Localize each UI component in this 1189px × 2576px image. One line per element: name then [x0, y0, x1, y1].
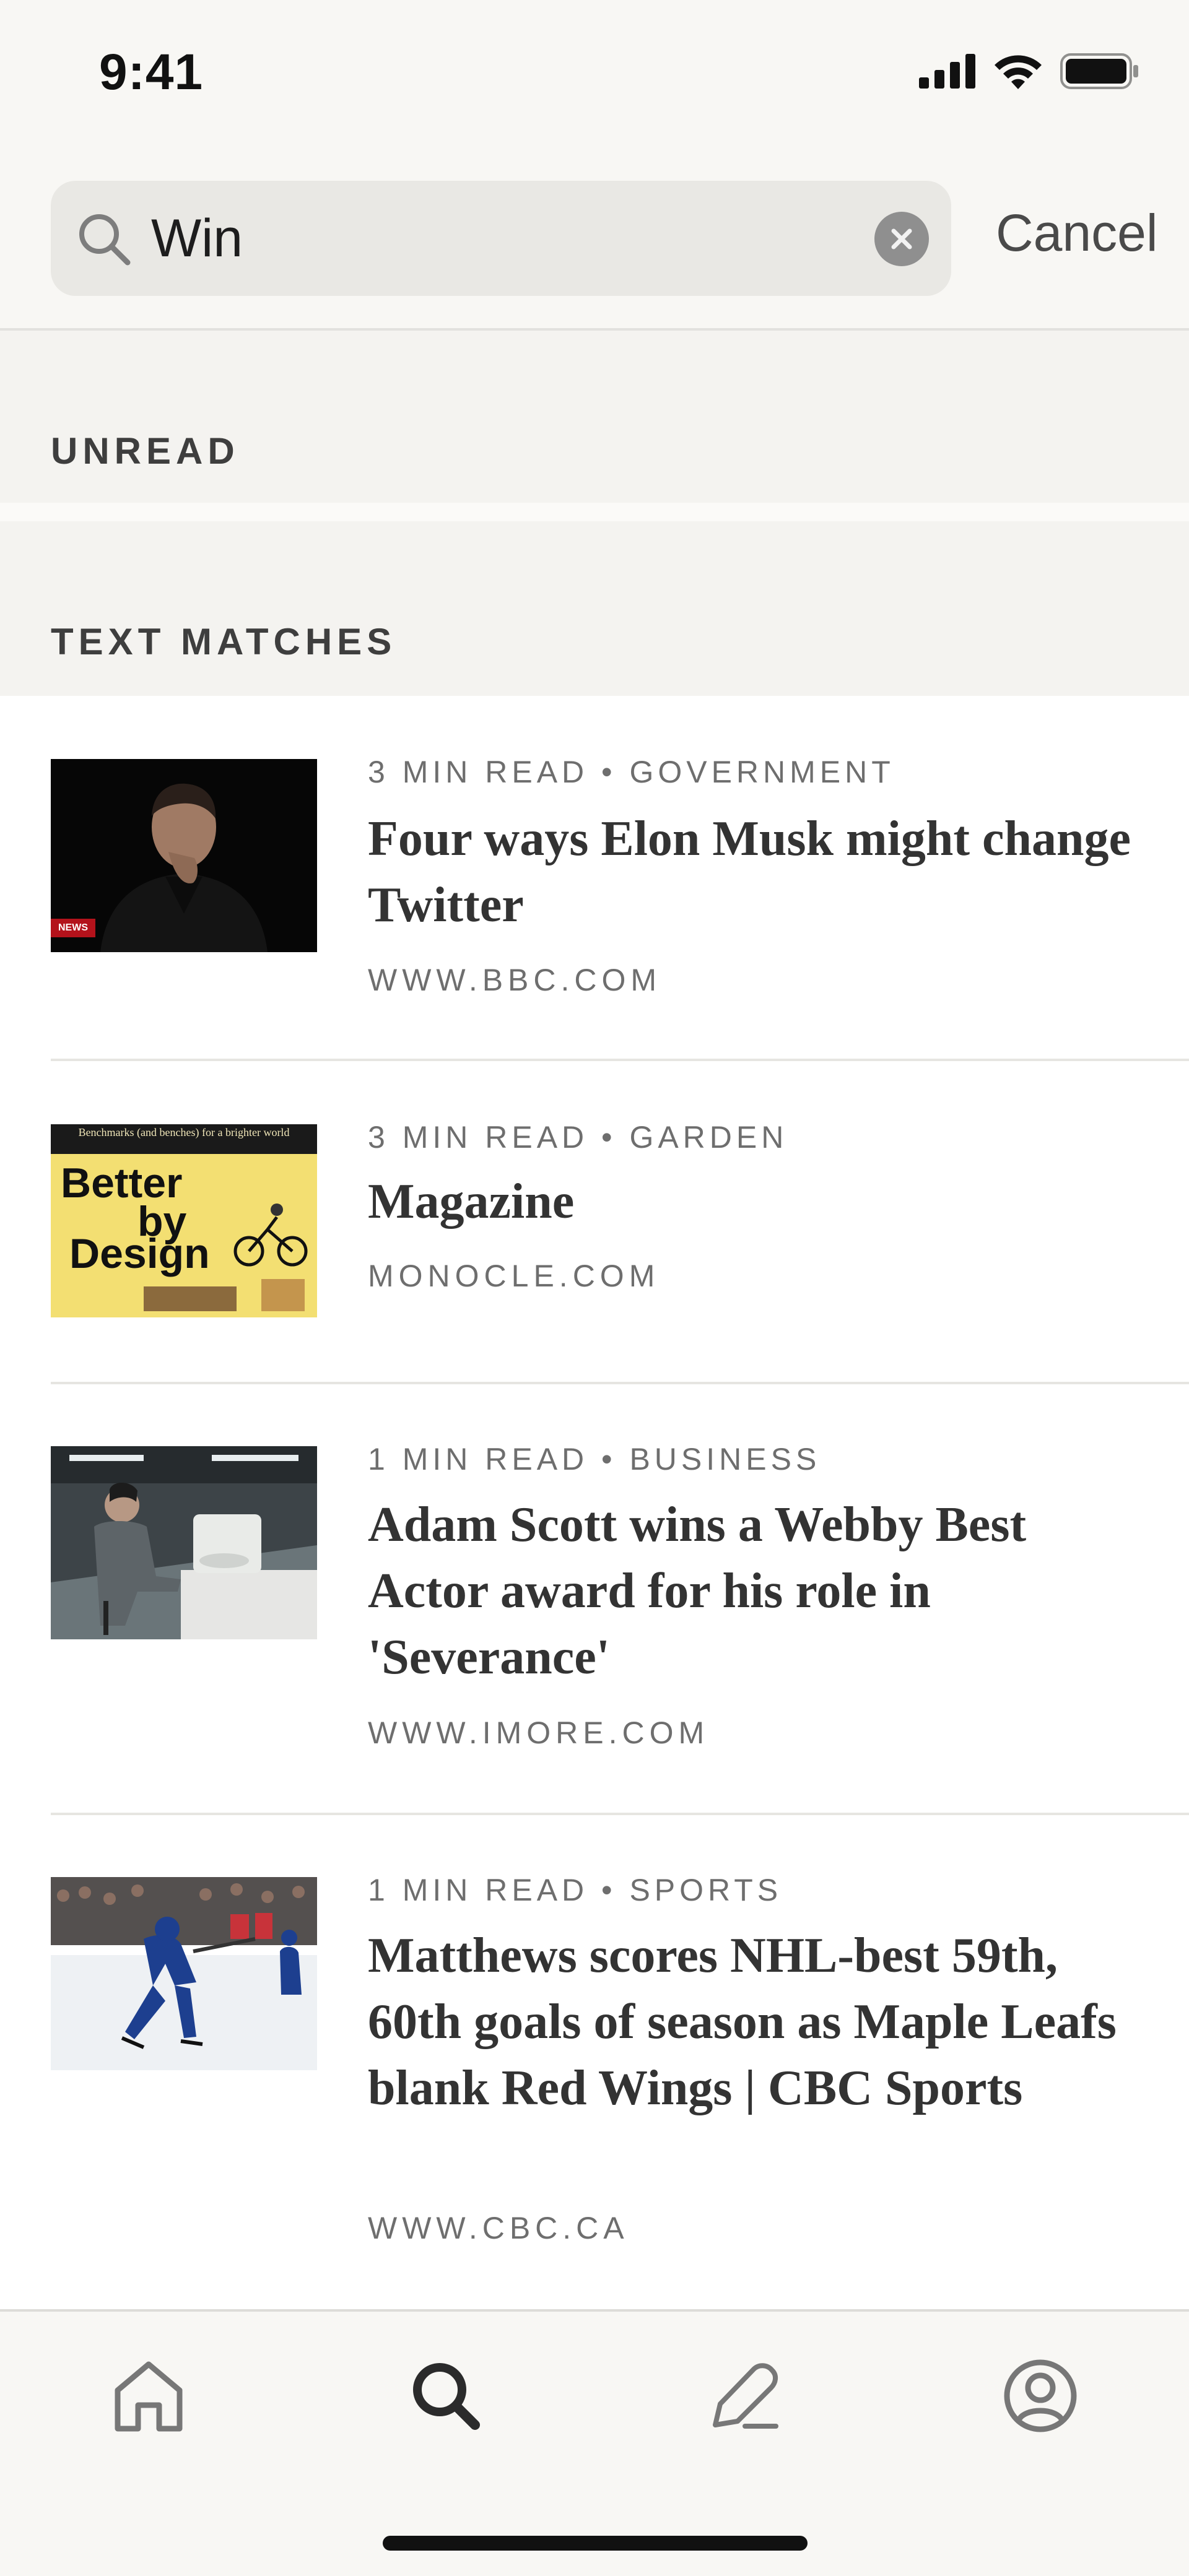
cancel-button[interactable]: Cancel [996, 203, 1157, 263]
article-source: MONOCLE.COM [368, 1259, 660, 1293]
section-unread: UNREAD [0, 331, 1189, 503]
section-label-text-matches: TEXT MATCHES [51, 621, 397, 662]
article-meta: 1 MIN READ • BUSINESS [368, 1442, 821, 1477]
article-title[interactable]: Magazine [368, 1169, 1148, 1235]
tab-bar [0, 2309, 1189, 2576]
list-item[interactable]: 1 MIN READ • SPORTS Matthews scores NHL-… [0, 1814, 1189, 2309]
article-source: WWW.IMORE.COM [368, 1715, 710, 1750]
section-gap [0, 503, 1189, 521]
search-input[interactable] [151, 206, 832, 271]
write-icon [713, 2363, 778, 2429]
list-item[interactable]: Benchmarks (and benches) for a brighter … [0, 1061, 1189, 1384]
article-thumbnail [51, 1446, 317, 1639]
tab-home[interactable] [105, 2353, 192, 2439]
search-icon [413, 2363, 480, 2430]
home-indicator [383, 2536, 808, 2551]
cellular-signal-icon [919, 54, 975, 89]
section-text-matches: TEXT MATCHES [0, 521, 1189, 696]
clear-search-button[interactable] [874, 212, 929, 266]
battery-icon [1060, 53, 1138, 89]
status-icons [919, 53, 1139, 89]
bicycle-illustration [233, 1203, 308, 1267]
magazine-cover-header: Benchmarks (and benches) for a brighter … [51, 1124, 317, 1154]
article-source: WWW.CBC.CA [368, 2211, 629, 2245]
article-thumbnail: Benchmarks (and benches) for a brighter … [51, 1124, 317, 1317]
article-title[interactable]: Matthews scores NHL-best 59th, 60th goal… [368, 1923, 1148, 2122]
article-thumbnail [51, 1877, 317, 2070]
article-meta: 3 MIN READ • GOVERNMENT [368, 755, 895, 789]
list-item[interactable]: 1 MIN READ • BUSINESS Adam Scott wins a … [0, 1383, 1189, 1815]
status-bar: 9:41 [0, 0, 1189, 142]
office-scene-image [51, 1446, 317, 1639]
search-box[interactable] [51, 181, 951, 296]
article-source: WWW.BBC.COM [368, 963, 662, 997]
search-header: Cancel [0, 142, 1189, 331]
news-badge: NEWS [51, 919, 95, 937]
article-meta: 1 MIN READ • SPORTS [368, 1873, 783, 1907]
list-item[interactable]: NEWS 3 MIN READ • GOVERNMENT Four ways E… [0, 696, 1189, 1061]
article-title[interactable]: Adam Scott wins a Webby Best Actor award… [368, 1492, 1148, 1691]
article-title[interactable]: Four ways Elon Musk might change Twitter [368, 806, 1148, 939]
article-meta: 3 MIN READ • GARDEN [368, 1120, 788, 1155]
section-label-unread: UNREAD [51, 430, 240, 472]
tab-write[interactable] [700, 2353, 786, 2439]
cover-illustration [261, 1279, 305, 1311]
close-icon [891, 228, 912, 249]
home-icon [115, 2361, 183, 2432]
article-thumbnail: NEWS [51, 759, 317, 952]
tab-search[interactable] [403, 2353, 489, 2439]
status-time: 9:41 [99, 44, 204, 100]
cover-illustration [144, 1286, 237, 1311]
search-icon [79, 214, 131, 266]
wifi-icon [995, 55, 1042, 89]
magazine-cover-word-3: Design [69, 1230, 210, 1277]
results-list: NEWS 3 MIN READ • GOVERNMENT Four ways E… [0, 696, 1189, 2309]
hockey-player-image [51, 1877, 317, 2070]
profile-icon [1004, 2359, 1077, 2432]
tab-profile[interactable] [997, 2353, 1084, 2439]
